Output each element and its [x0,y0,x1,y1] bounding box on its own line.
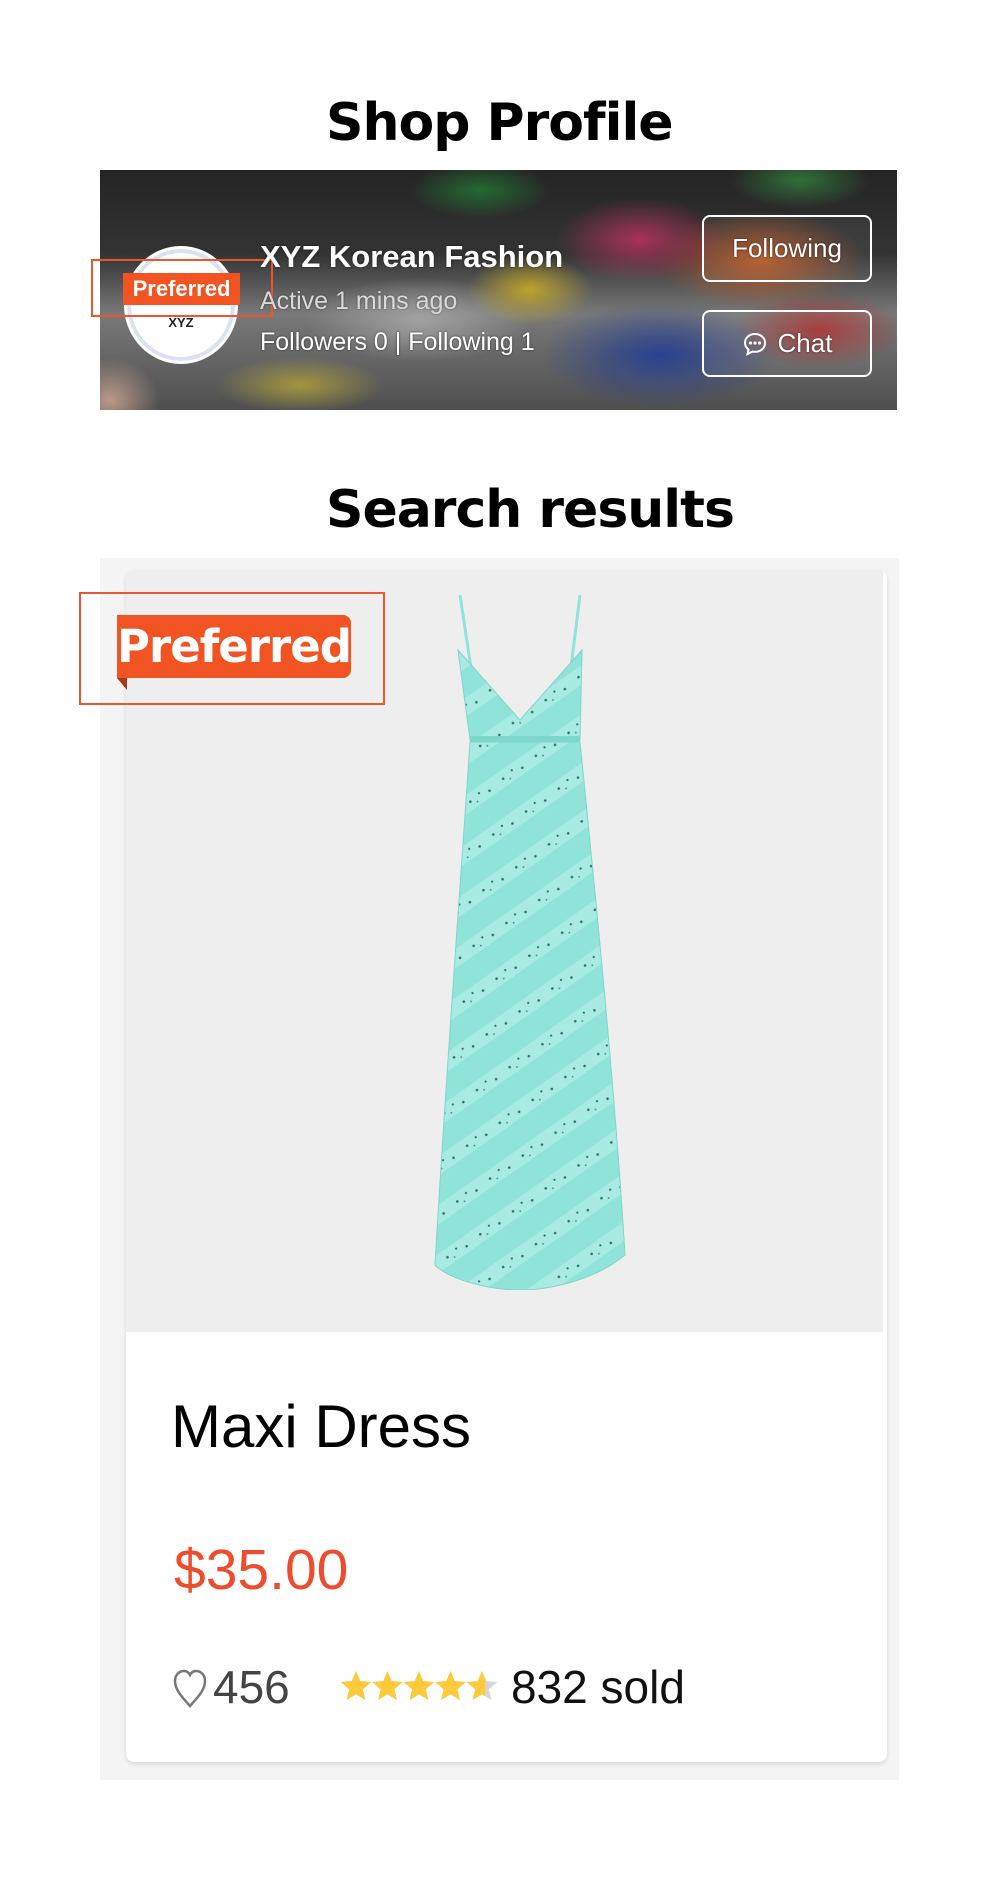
star-icon [435,1671,466,1700]
star-icon [372,1671,403,1700]
rating-stars [340,1671,498,1700]
shop-active-status: Active 1 mins ago [260,287,458,315]
chat-button-label: Chat [777,328,833,358]
chat-bubble-icon [743,332,766,356]
star-icon [340,1671,372,1700]
search-results-heading: Search results [326,480,735,540]
following-button-label: Following [732,233,842,263]
shop-follow-counts: Followers 0 | Following 1 [260,328,535,356]
product-preferred-badge: Preferred [117,615,352,678]
product-price: $35.00 [174,1538,349,1602]
product-name[interactable]: Maxi Dress [171,1392,471,1461]
shop-name[interactable]: XYZ Korean Fashion [260,239,563,275]
following-button[interactable]: Following [702,215,872,282]
heart-outline-icon[interactable] [172,1666,208,1711]
badge-fold-decoration [117,678,127,690]
chat-button[interactable]: Chat [702,310,872,377]
maxi-dress-image [434,594,626,1290]
star-icon [466,1671,498,1700]
shop-profile-heading: Shop Profile [326,93,674,153]
shop-badge-highlight-box [91,259,273,317]
star-icon [403,1671,435,1700]
like-count: 456 [213,1661,290,1713]
sold-count: 832 sold [511,1661,685,1713]
avatar-text: XYZ [168,315,194,330]
